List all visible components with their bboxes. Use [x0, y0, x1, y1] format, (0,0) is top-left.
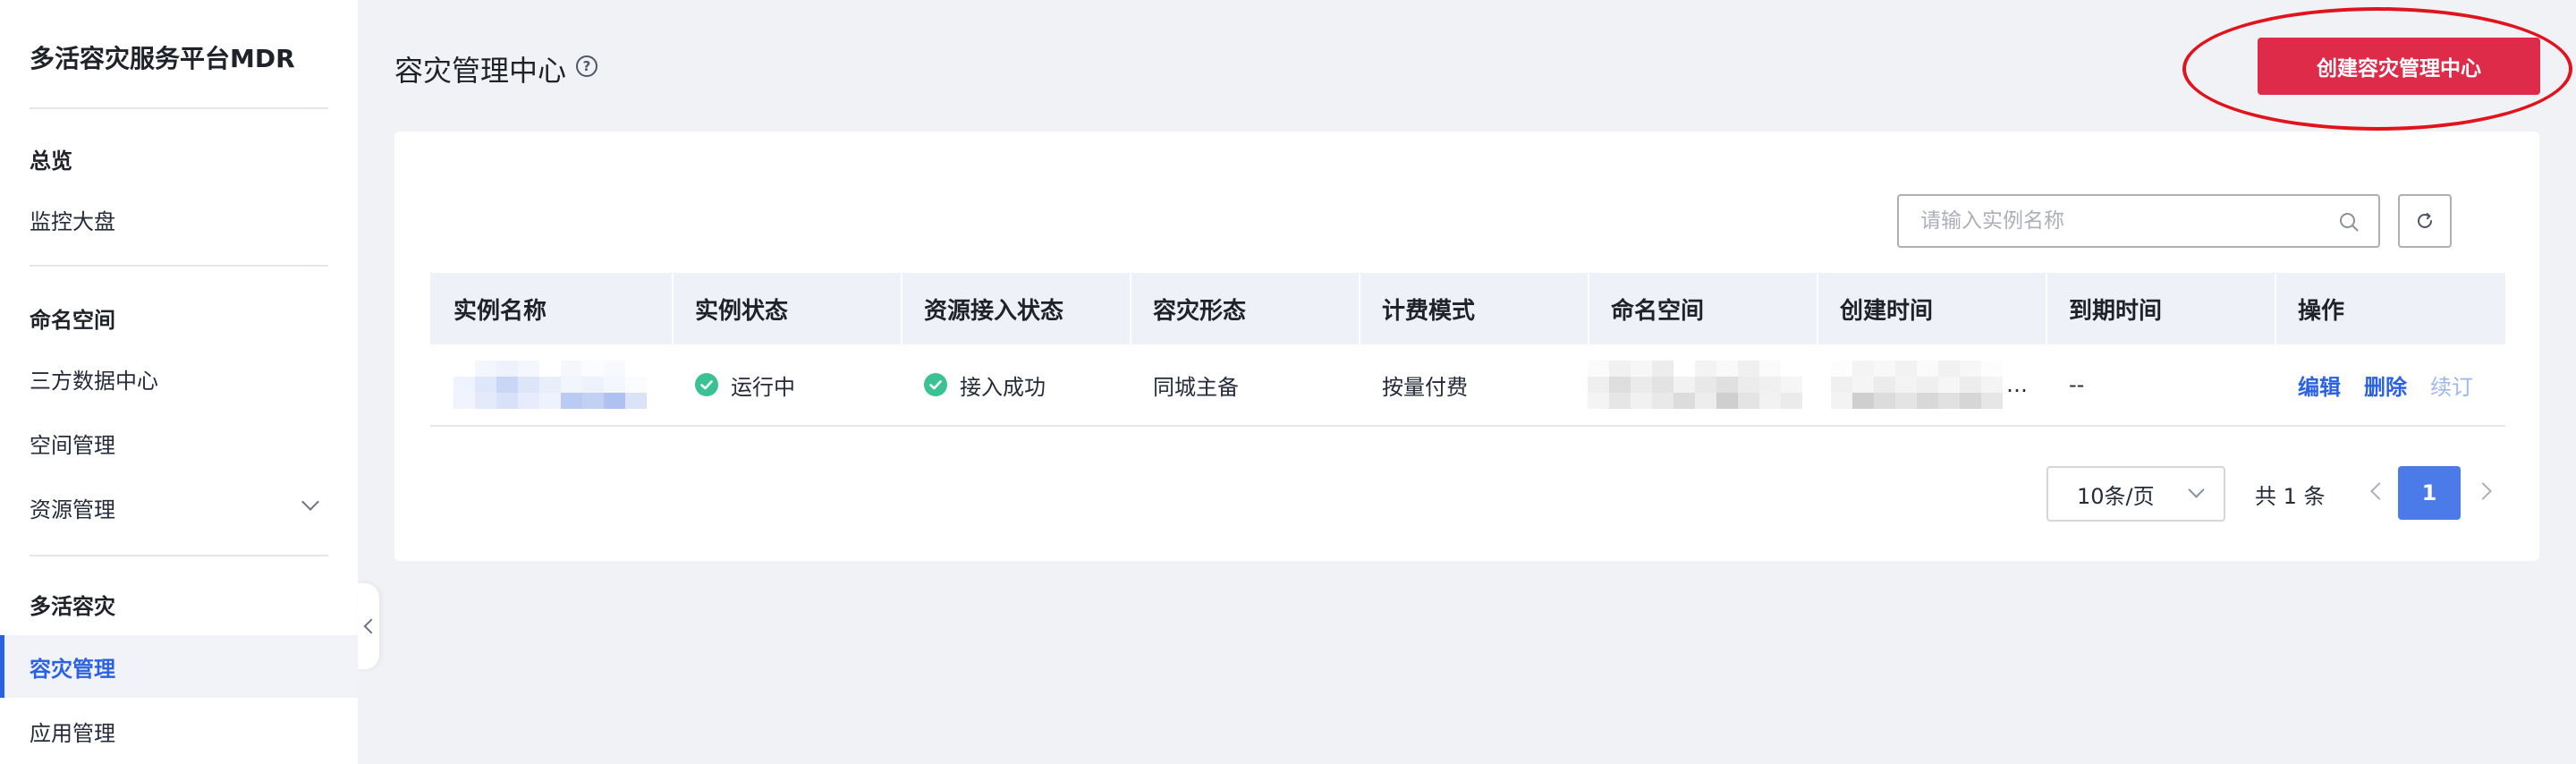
- page-size-value: 10条/页: [2077, 483, 2155, 509]
- redacted-instance-name[interactable]: [453, 361, 647, 409]
- sidebar-divider: [30, 555, 328, 556]
- edit-link[interactable]: 编辑: [2298, 369, 2341, 401]
- cell-actions: 编辑 删除 续订: [2275, 344, 2505, 425]
- nav-group-namespace: 命名空间: [30, 308, 115, 333]
- refresh-icon: [2418, 213, 2432, 228]
- column-header-instance-name: 实例名称: [453, 297, 547, 325]
- search-icon[interactable]: [2339, 212, 2359, 232]
- cell-billing: 按量付费: [1382, 374, 1468, 400]
- sidebar-item-third-party-dc[interactable]: 三方数据中心: [0, 347, 358, 410]
- question-circle-icon[interactable]: ?: [576, 55, 597, 77]
- total-count: 共 1 条: [2255, 484, 2326, 509]
- cell-dr-mode: 同城主备: [1153, 374, 1239, 400]
- sidebar-item-monitor-dashboard[interactable]: 监控大盘: [0, 188, 358, 250]
- brand-title: 多活容灾服务平台MDR: [30, 44, 295, 73]
- sidebar-item-label: 资源管理: [30, 497, 115, 522]
- delete-link[interactable]: 删除: [2364, 369, 2407, 401]
- cell-instance-status: 运行中: [672, 344, 901, 425]
- sidebar: 多活容灾服务平台MDR 总览 监控大盘 命名空间 三方数据中心 空间管理 资源管…: [0, 0, 358, 764]
- column-header-expire-time: 到期时间: [2046, 273, 2275, 344]
- check-circle-icon: [695, 373, 718, 396]
- page-number-current[interactable]: 1: [2398, 466, 2461, 520]
- sidebar-collapse-button[interactable]: [358, 583, 379, 669]
- cell-namespace: [1588, 344, 1817, 425]
- chevron-down-icon: [2188, 481, 2205, 498]
- table-row: 运行中 接入成功 同城主备 按量付费 … -- 编辑 删除 续订: [430, 344, 2505, 427]
- column-header-instance-status: 实例状态: [672, 273, 901, 344]
- sidebar-item-label: 监控大盘: [30, 208, 115, 234]
- page-title: 容灾管理中心: [394, 54, 567, 88]
- search-input[interactable]: [1899, 196, 2378, 246]
- instance-status-text: 运行中: [731, 374, 795, 400]
- sidebar-item-dr-management[interactable]: 容灾管理: [0, 635, 358, 698]
- column-header-resource-status: 资源接入状态: [901, 273, 1130, 344]
- column-header-dr-mode: 容灾形态: [1130, 273, 1359, 344]
- instance-table: 实例名称 实例状态 资源接入状态 容灾形态 计费模式 命名空间 创建时间 到期时…: [430, 273, 2505, 427]
- column-header-actions: 操作: [2275, 273, 2505, 344]
- cell-created-time: …: [1817, 344, 2046, 425]
- instance-list-card: 实例名称 实例状态 资源接入状态 容灾形态 计费模式 命名空间 创建时间 到期时…: [394, 132, 2539, 561]
- chevron-left-icon: [363, 618, 379, 634]
- cell-resource-status: 接入成功: [901, 344, 1130, 425]
- refresh-button[interactable]: [2398, 194, 2452, 248]
- sidebar-item-label: 空间管理: [30, 432, 115, 458]
- nav-group-overview: 总览: [30, 149, 72, 174]
- chevron-down-icon: [301, 493, 319, 511]
- page-size-select[interactable]: 10条/页: [2046, 466, 2225, 522]
- nav-group-active-dr: 多活容灾: [30, 594, 115, 619]
- sidebar-item-resource-management[interactable]: 资源管理: [0, 476, 358, 539]
- sidebar-item-space-management[interactable]: 空间管理: [0, 412, 358, 474]
- renew-link[interactable]: 续订: [2430, 369, 2473, 401]
- cell-expire-time: --: [2069, 372, 2085, 397]
- chevron-left-icon[interactable]: [2370, 482, 2388, 500]
- sidebar-divider: [30, 107, 328, 109]
- sidebar-item-label: 三方数据中心: [30, 368, 158, 394]
- sidebar-item-label: 应用管理: [30, 720, 115, 746]
- chevron-right-icon[interactable]: [2474, 482, 2492, 500]
- column-header-created-time: 创建时间: [1817, 273, 2046, 344]
- redacted-created-time: [1831, 361, 2003, 409]
- redacted-namespace: [1588, 361, 1802, 409]
- column-header-billing: 计费模式: [1359, 273, 1588, 344]
- sidebar-divider: [30, 265, 328, 267]
- check-circle-icon: [924, 373, 947, 396]
- cell-instance-name: [430, 344, 672, 425]
- table-header: 实例名称 实例状态 资源接入状态 容灾形态 计费模式 命名空间 创建时间 到期时…: [430, 273, 2505, 344]
- resource-status-text: 接入成功: [960, 374, 1046, 400]
- create-dr-center-button[interactable]: 创建容灾管理中心: [2258, 38, 2540, 95]
- search-box: [1897, 194, 2380, 248]
- created-time-ellipsis: …: [2006, 372, 2028, 397]
- sidebar-item-app-management[interactable]: 应用管理: [0, 700, 358, 762]
- sidebar-item-label: 容灾管理: [30, 656, 115, 682]
- column-header-namespace: 命名空间: [1588, 273, 1817, 344]
